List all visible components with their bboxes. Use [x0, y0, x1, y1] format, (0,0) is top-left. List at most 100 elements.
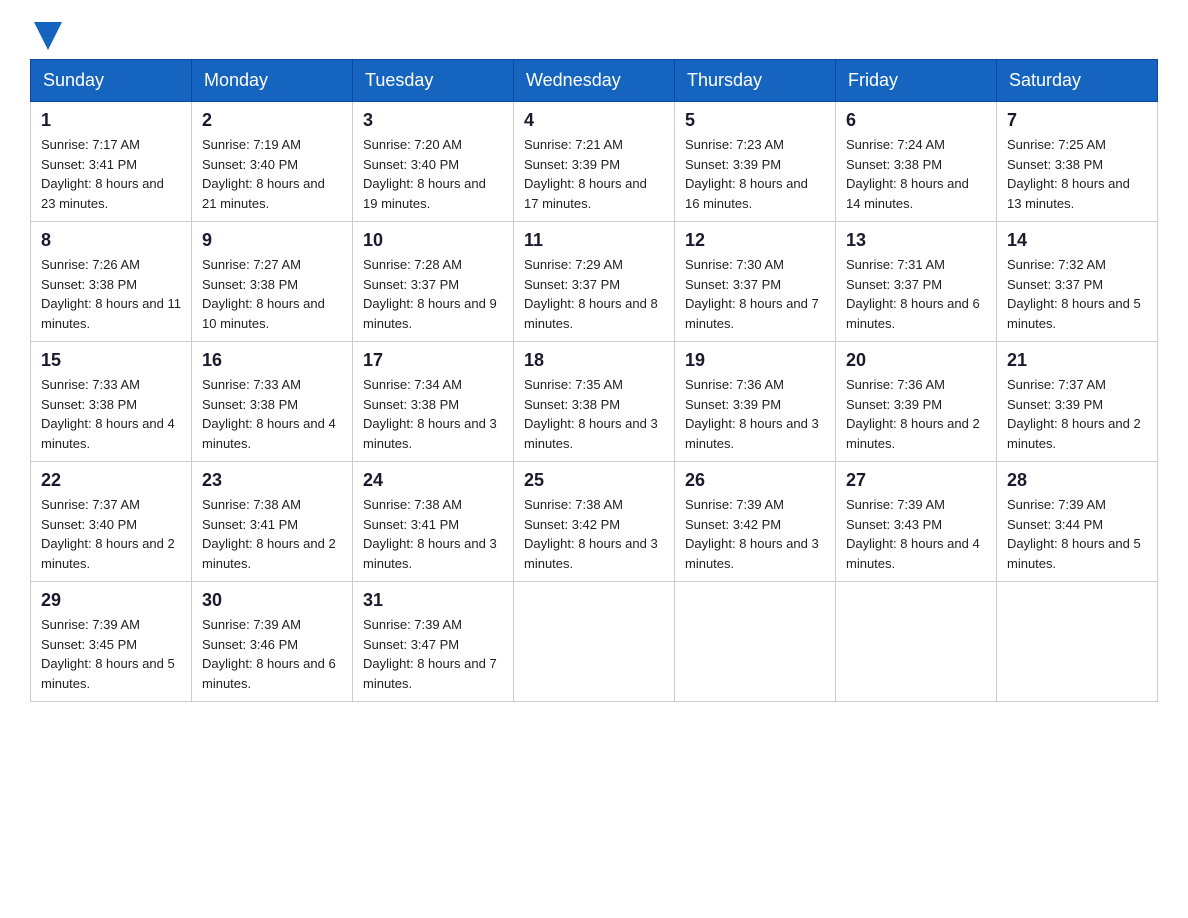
calendar-day-cell: 13 Sunrise: 7:31 AMSunset: 3:37 PMDayligh…: [836, 222, 997, 342]
day-number: 25: [524, 470, 664, 491]
calendar-week-row: 15Sunrise: 7:33 AMSunset: 3:38 PMDayligh…: [31, 342, 1158, 462]
calendar-week-row: 22Sunrise: 7:37 AMSunset: 3:40 PMDayligh…: [31, 462, 1158, 582]
calendar-day-cell: 1 Sunrise: 7:17 AMSunset: 3:41 PMDaylight…: [31, 102, 192, 222]
day-info: Sunrise: 7:24 AMSunset: 3:38 PMDaylight:…: [846, 135, 986, 213]
day-info: Sunrise: 7:39 AMSunset: 3:46 PMDaylight:…: [202, 615, 342, 693]
day-number: 11: [524, 230, 664, 251]
header-friday: Friday: [836, 60, 997, 102]
day-number: 1: [41, 110, 181, 131]
day-info: Sunrise: 7:39 AMSunset: 3:47 PMDaylight:…: [363, 615, 503, 693]
day-number: 20: [846, 350, 986, 371]
day-info: Sunrise: 7:38 AMSunset: 3:41 PMDaylight:…: [202, 495, 342, 573]
day-number: 24: [363, 470, 503, 491]
calendar-day-cell: [675, 582, 836, 702]
calendar-day-cell: 25 Sunrise: 7:38 AMSunset: 3:42 PMDayligh…: [514, 462, 675, 582]
calendar-day-cell: 18 Sunrise: 7:35 AMSunset: 3:38 PMDayligh…: [514, 342, 675, 462]
page-header: [30, 20, 1158, 49]
calendar-day-cell: 15Sunrise: 7:33 AMSunset: 3:38 PMDayligh…: [31, 342, 192, 462]
header-sunday: Sunday: [31, 60, 192, 102]
calendar-table: Sunday Monday Tuesday Wednesday Thursday…: [30, 59, 1158, 702]
day-number: 19: [685, 350, 825, 371]
day-number: 17: [363, 350, 503, 371]
day-info: Sunrise: 7:32 AMSunset: 3:37 PMDaylight:…: [1007, 255, 1147, 333]
day-number: 22: [41, 470, 181, 491]
day-info: Sunrise: 7:37 AMSunset: 3:39 PMDaylight:…: [1007, 375, 1147, 453]
header-thursday: Thursday: [675, 60, 836, 102]
calendar-day-cell: [997, 582, 1158, 702]
day-info: Sunrise: 7:30 AMSunset: 3:37 PMDaylight:…: [685, 255, 825, 333]
day-info: Sunrise: 7:33 AMSunset: 3:38 PMDaylight:…: [202, 375, 342, 453]
day-info: Sunrise: 7:36 AMSunset: 3:39 PMDaylight:…: [685, 375, 825, 453]
calendar-day-cell: 29 Sunrise: 7:39 AMSunset: 3:45 PMDayligh…: [31, 582, 192, 702]
header-tuesday: Tuesday: [353, 60, 514, 102]
logo: [30, 20, 62, 49]
calendar-day-cell: [836, 582, 997, 702]
day-number: 29: [41, 590, 181, 611]
day-info: Sunrise: 7:20 AMSunset: 3:40 PMDaylight:…: [363, 135, 503, 213]
day-number: 9: [202, 230, 342, 251]
calendar-day-cell: 28 Sunrise: 7:39 AMSunset: 3:44 PMDayligh…: [997, 462, 1158, 582]
day-info: Sunrise: 7:39 AMSunset: 3:44 PMDaylight:…: [1007, 495, 1147, 573]
day-number: 30: [202, 590, 342, 611]
day-number: 27: [846, 470, 986, 491]
day-number: 26: [685, 470, 825, 491]
day-info: Sunrise: 7:39 AMSunset: 3:45 PMDaylight:…: [41, 615, 181, 693]
day-info: Sunrise: 7:38 AMSunset: 3:42 PMDaylight:…: [524, 495, 664, 573]
header-saturday: Saturday: [997, 60, 1158, 102]
day-number: 3: [363, 110, 503, 131]
day-number: 4: [524, 110, 664, 131]
logo-triangle-icon: [34, 22, 62, 50]
calendar-day-cell: 24 Sunrise: 7:38 AMSunset: 3:41 PMDayligh…: [353, 462, 514, 582]
day-info: Sunrise: 7:38 AMSunset: 3:41 PMDaylight:…: [363, 495, 503, 573]
day-number: 18: [524, 350, 664, 371]
day-number: 13: [846, 230, 986, 251]
day-info: Sunrise: 7:19 AMSunset: 3:40 PMDaylight:…: [202, 135, 342, 213]
day-info: Sunrise: 7:29 AMSunset: 3:37 PMDaylight:…: [524, 255, 664, 333]
header-monday: Monday: [192, 60, 353, 102]
day-number: 8: [41, 230, 181, 251]
day-info: Sunrise: 7:35 AMSunset: 3:38 PMDaylight:…: [524, 375, 664, 453]
calendar-week-row: 1 Sunrise: 7:17 AMSunset: 3:41 PMDaylight…: [31, 102, 1158, 222]
calendar-day-cell: 14 Sunrise: 7:32 AMSunset: 3:37 PMDayligh…: [997, 222, 1158, 342]
calendar-day-cell: 7Sunrise: 7:25 AMSunset: 3:38 PMDaylight…: [997, 102, 1158, 222]
day-info: Sunrise: 7:31 AMSunset: 3:37 PMDaylight:…: [846, 255, 986, 333]
calendar-week-row: 29 Sunrise: 7:39 AMSunset: 3:45 PMDayligh…: [31, 582, 1158, 702]
day-number: 28: [1007, 470, 1147, 491]
calendar-day-cell: 17Sunrise: 7:34 AMSunset: 3:38 PMDayligh…: [353, 342, 514, 462]
calendar-day-cell: 3 Sunrise: 7:20 AMSunset: 3:40 PMDaylight…: [353, 102, 514, 222]
calendar-day-cell: 31Sunrise: 7:39 AMSunset: 3:47 PMDayligh…: [353, 582, 514, 702]
day-info: Sunrise: 7:39 AMSunset: 3:43 PMDaylight:…: [846, 495, 986, 573]
calendar-day-cell: 22Sunrise: 7:37 AMSunset: 3:40 PMDayligh…: [31, 462, 192, 582]
day-info: Sunrise: 7:25 AMSunset: 3:38 PMDaylight:…: [1007, 135, 1147, 213]
calendar-day-cell: 20 Sunrise: 7:36 AMSunset: 3:39 PMDayligh…: [836, 342, 997, 462]
calendar-day-cell: 4 Sunrise: 7:21 AMSunset: 3:39 PMDaylight…: [514, 102, 675, 222]
day-info: Sunrise: 7:28 AMSunset: 3:37 PMDaylight:…: [363, 255, 503, 333]
day-number: 2: [202, 110, 342, 131]
calendar-day-cell: 8 Sunrise: 7:26 AMSunset: 3:38 PMDaylight…: [31, 222, 192, 342]
calendar-day-cell: 21 Sunrise: 7:37 AMSunset: 3:39 PMDayligh…: [997, 342, 1158, 462]
day-info: Sunrise: 7:36 AMSunset: 3:39 PMDaylight:…: [846, 375, 986, 453]
header-wednesday: Wednesday: [514, 60, 675, 102]
day-info: Sunrise: 7:39 AMSunset: 3:42 PMDaylight:…: [685, 495, 825, 573]
calendar-day-cell: 2 Sunrise: 7:19 AMSunset: 3:40 PMDaylight…: [192, 102, 353, 222]
day-number: 12: [685, 230, 825, 251]
weekday-header-row: Sunday Monday Tuesday Wednesday Thursday…: [31, 60, 1158, 102]
calendar-day-cell: 19 Sunrise: 7:36 AMSunset: 3:39 PMDayligh…: [675, 342, 836, 462]
day-info: Sunrise: 7:26 AMSunset: 3:38 PMDaylight:…: [41, 255, 181, 333]
calendar-day-cell: 27 Sunrise: 7:39 AMSunset: 3:43 PMDayligh…: [836, 462, 997, 582]
calendar-day-cell: 5Sunrise: 7:23 AMSunset: 3:39 PMDaylight…: [675, 102, 836, 222]
calendar-week-row: 8 Sunrise: 7:26 AMSunset: 3:38 PMDaylight…: [31, 222, 1158, 342]
calendar-day-cell: 12 Sunrise: 7:30 AMSunset: 3:37 PMDayligh…: [675, 222, 836, 342]
calendar-day-cell: 10Sunrise: 7:28 AMSunset: 3:37 PMDayligh…: [353, 222, 514, 342]
day-info: Sunrise: 7:17 AMSunset: 3:41 PMDaylight:…: [41, 135, 181, 213]
day-number: 6: [846, 110, 986, 131]
calendar-day-cell: 30 Sunrise: 7:39 AMSunset: 3:46 PMDayligh…: [192, 582, 353, 702]
calendar-day-cell: 9 Sunrise: 7:27 AMSunset: 3:38 PMDaylight…: [192, 222, 353, 342]
day-number: 14: [1007, 230, 1147, 251]
calendar-day-cell: [514, 582, 675, 702]
day-info: Sunrise: 7:27 AMSunset: 3:38 PMDaylight:…: [202, 255, 342, 333]
day-number: 23: [202, 470, 342, 491]
day-number: 16: [202, 350, 342, 371]
day-info: Sunrise: 7:21 AMSunset: 3:39 PMDaylight:…: [524, 135, 664, 213]
day-number: 21: [1007, 350, 1147, 371]
